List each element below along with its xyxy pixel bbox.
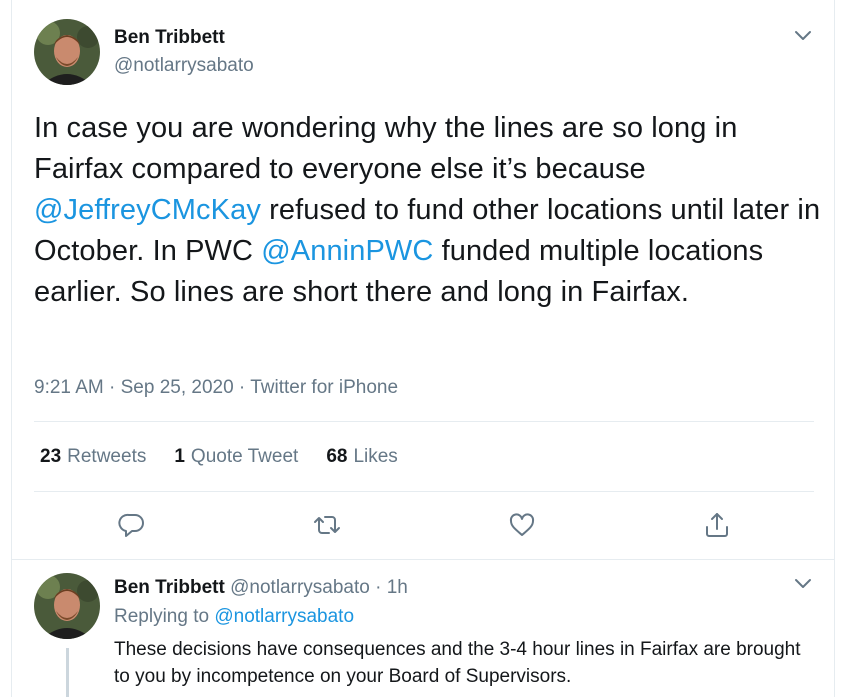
tweet-time[interactable]: 9:21 AM: [34, 377, 104, 398]
reply-age[interactable]: 1h: [387, 577, 408, 598]
divider: [34, 491, 814, 492]
reply-button[interactable]: [117, 510, 147, 540]
tweet-text: In case you are wondering why the lines …: [34, 108, 824, 313]
author-handle[interactable]: @notlarrysabato: [114, 55, 254, 77]
share-icon: [706, 513, 728, 537]
likes-stat[interactable]: 68 Likes: [326, 446, 398, 468]
meta-separator: ·: [233, 377, 251, 398]
chevron-down-icon[interactable]: [792, 572, 814, 594]
reply-header: Ben Tribbett @notlarrysabato · 1h: [114, 577, 408, 599]
replying-to: Replying to @notlarrysabato: [114, 606, 354, 628]
avatar[interactable]: [34, 573, 100, 639]
divider: [12, 559, 834, 560]
tweet-date[interactable]: Sep 25, 2020: [121, 377, 234, 398]
retweet-icon: [314, 516, 340, 534]
mention-link[interactable]: @notlarrysabato: [214, 606, 354, 627]
chevron-down-icon[interactable]: [792, 24, 814, 46]
tweet-detail-panel: Ben Tribbett @notlarrysabato In case you…: [11, 0, 835, 697]
tweet-text-part: In case you are wondering why the lines …: [34, 112, 738, 185]
tweet-stats: 23 Retweets 1 Quote Tweet 68 Likes: [40, 446, 426, 468]
quotes-count: 1: [174, 446, 185, 467]
thread-line: [66, 648, 69, 697]
heart-icon: [509, 513, 535, 536]
retweets-stat[interactable]: 23 Retweets: [40, 446, 146, 468]
avatar[interactable]: [34, 19, 100, 85]
mention-link[interactable]: @AnninPWC: [261, 235, 433, 267]
reply-author-name[interactable]: Ben Tribbett: [114, 577, 225, 598]
mention-link[interactable]: @JeffreyCMcKay: [34, 194, 261, 226]
reply-author-handle[interactable]: @notlarrysabato: [230, 577, 370, 598]
reply-icon: [118, 513, 144, 537]
tweet-meta: 9:21 AM · Sep 25, 2020 · Twitter for iPh…: [34, 377, 398, 399]
meta-separator: ·: [103, 377, 121, 398]
share-button[interactable]: [702, 510, 732, 540]
like-button[interactable]: [507, 510, 537, 540]
likes-count: 68: [326, 446, 348, 467]
reply-text: These decisions have consequences and th…: [114, 639, 801, 687]
quote-tweets-stat[interactable]: 1 Quote Tweet: [174, 446, 298, 468]
replying-prefix: Replying to: [114, 606, 215, 627]
author-name[interactable]: Ben Tribbett: [114, 27, 225, 49]
retweets-label: Retweets: [67, 446, 147, 467]
tweet-source[interactable]: Twitter for iPhone: [250, 377, 398, 398]
likes-label: Likes: [353, 446, 398, 467]
divider: [34, 421, 814, 422]
meta-separator: ·: [369, 577, 387, 598]
retweet-button[interactable]: [312, 510, 342, 540]
quotes-label: Quote Tweet: [190, 446, 299, 467]
retweets-count: 23: [40, 446, 62, 467]
